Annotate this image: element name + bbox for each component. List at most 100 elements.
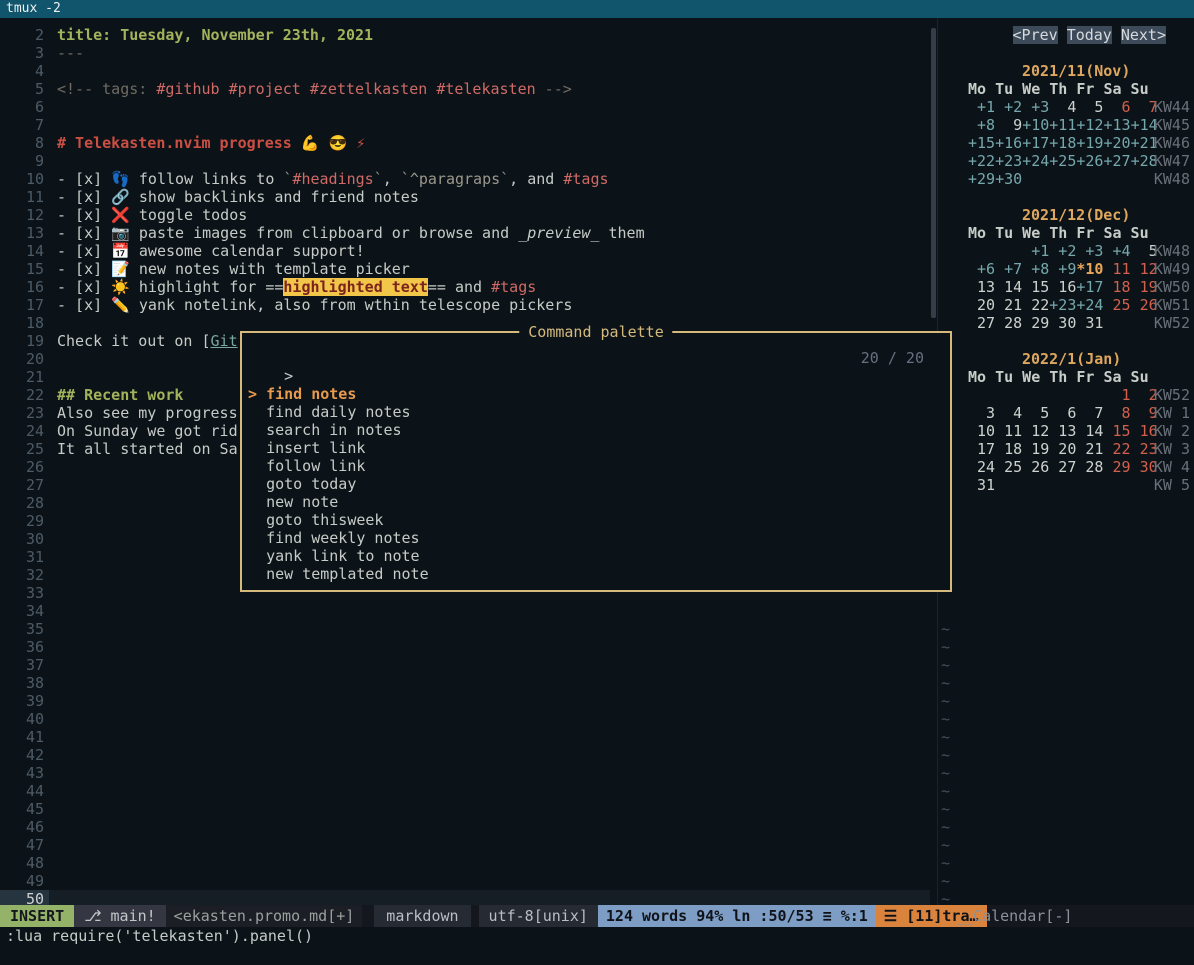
calendar-day[interactable]: +1 <box>1022 242 1049 260</box>
calendar-day[interactable]: 6 <box>1049 404 1076 422</box>
calendar-day[interactable]: 16 <box>1049 278 1076 296</box>
palette-item[interactable]: goto today <box>242 475 950 493</box>
calendar-day[interactable]: 27 <box>1049 458 1076 476</box>
palette-prompt-row[interactable]: > 20 / 20 <box>242 349 950 367</box>
calendar-day[interactable]: +17 <box>1022 134 1049 152</box>
calendar-day[interactable]: 11 <box>995 422 1022 440</box>
calendar-day[interactable]: 27 <box>968 314 995 332</box>
calendar-day[interactable]: 18 <box>1103 278 1130 296</box>
calendar-day[interactable]: +3 <box>1022 98 1049 116</box>
calendar-day[interactable]: 13 <box>968 278 995 296</box>
calendar-day[interactable]: 10 <box>968 422 995 440</box>
calendar-day[interactable]: +29 <box>968 170 995 188</box>
calendar-day[interactable]: 4 <box>1049 98 1076 116</box>
calendar-day[interactable]: +24 <box>1076 296 1103 314</box>
calendar-day[interactable]: +1 <box>968 98 995 116</box>
calendar-day[interactable]: 24 <box>968 458 995 476</box>
calendar-day[interactable]: 21 <box>995 296 1022 314</box>
calendar-day[interactable]: 14 <box>995 278 1022 296</box>
calendar-day[interactable]: +2 <box>995 98 1022 116</box>
calendar-day[interactable]: +27 <box>1103 152 1130 170</box>
calendar-day[interactable]: 26 <box>1022 458 1049 476</box>
calendar-day[interactable]: 22 <box>1103 440 1130 458</box>
git-branch[interactable]: ⎇ main! <box>74 905 165 927</box>
calendar-day[interactable]: 5 <box>1076 98 1103 116</box>
calendar-day[interactable]: 15 <box>1022 278 1049 296</box>
calendar-day[interactable]: 31 <box>1076 314 1103 332</box>
calendar-day[interactable]: 21 <box>1076 440 1103 458</box>
calendar-day[interactable]: 4 <box>995 404 1022 422</box>
calendar-day[interactable]: 15 <box>1103 422 1130 440</box>
calendar-day[interactable]: +8 <box>968 116 995 134</box>
calendar-day[interactable]: +16 <box>995 134 1022 152</box>
calendar-day[interactable]: 20 <box>1049 440 1076 458</box>
calendar-day[interactable]: +17 <box>1076 278 1103 296</box>
calendar-day[interactable]: 1 <box>1103 386 1130 404</box>
calendar-day[interactable]: +4 <box>1103 242 1130 260</box>
calendar-day[interactable]: 9 <box>995 116 1022 134</box>
calendar-window[interactable]: <PrevTodayNext> 2021/11(Nov)Mo Tu We Th … <box>937 18 1194 905</box>
calendar-day[interactable]: 25 <box>1103 296 1130 314</box>
calendar-day[interactable]: 11 <box>1103 260 1130 278</box>
calendar-day[interactable]: +24 <box>1022 152 1049 170</box>
calendar-prev-button[interactable]: <Prev <box>1013 26 1058 44</box>
calendar-day[interactable]: 28 <box>1076 458 1103 476</box>
calendar-day[interactable]: 13 <box>1049 422 1076 440</box>
calendar-day[interactable]: 28 <box>995 314 1022 332</box>
calendar-day[interactable]: 8 <box>1103 404 1130 422</box>
command-line[interactable]: :lua require('telekasten').panel() <box>0 927 1194 945</box>
calendar-day[interactable]: 31 <box>968 476 995 494</box>
calendar-day[interactable]: +20 <box>1103 134 1130 152</box>
calendar-day[interactable]: 22 <box>1022 296 1049 314</box>
calendar-day[interactable]: 5 <box>1022 404 1049 422</box>
calendar-day[interactable]: 30 <box>1049 314 1076 332</box>
palette-item[interactable]: yank link to note <box>242 547 950 565</box>
calendar-day[interactable]: 29 <box>1022 314 1049 332</box>
calendar-day[interactable]: +13 <box>1103 116 1130 134</box>
calendar-day[interactable]: +8 <box>1022 260 1049 278</box>
calendar-day[interactable]: 17 <box>968 440 995 458</box>
calendar-day[interactable]: +18 <box>1049 134 1076 152</box>
calendar-day[interactable]: 3 <box>968 404 995 422</box>
calendar-day[interactable]: +11 <box>1049 116 1076 134</box>
palette-item[interactable]: follow link <box>242 457 950 475</box>
calendar-day[interactable]: 19 <box>1022 440 1049 458</box>
palette-item[interactable]: insert link <box>242 439 950 457</box>
palette-item[interactable]: goto thisweek <box>242 511 950 529</box>
palette-item[interactable]: search in notes <box>242 421 950 439</box>
scrollbar-thumb[interactable] <box>931 28 936 318</box>
palette-item[interactable]: find daily notes <box>242 403 950 421</box>
calendar-day[interactable]: 20 <box>968 296 995 314</box>
calendar-day[interactable]: +12 <box>1076 116 1103 134</box>
calendar-day[interactable]: 14 <box>1076 422 1103 440</box>
calendar-day[interactable]: 29 <box>1103 458 1130 476</box>
palette-item[interactable]: new templated note <box>242 565 950 583</box>
calendar-day[interactable]: +2 <box>1049 242 1076 260</box>
calendar-day[interactable]: 25 <box>995 458 1022 476</box>
calendar-day[interactable]: +6 <box>968 260 995 278</box>
calendar-day[interactable]: +22 <box>968 152 995 170</box>
calendar-day[interactable]: +25 <box>1049 152 1076 170</box>
calendar-day[interactable]: 7 <box>1076 404 1103 422</box>
palette-item[interactable]: new note <box>242 493 950 511</box>
calendar-day[interactable]: +3 <box>1076 242 1103 260</box>
calendar-day[interactable]: +10 <box>1022 116 1049 134</box>
palette-item[interactable]: > find notes <box>242 385 950 403</box>
calendar-next-button[interactable]: Next> <box>1121 26 1166 44</box>
calendar-day[interactable]: +23 <box>1049 296 1076 314</box>
calendar-day[interactable]: +30 <box>995 170 1022 188</box>
calendar-day[interactable]: 12 <box>1022 422 1049 440</box>
calendar-day[interactable]: +9 <box>1049 260 1076 278</box>
calendar-day[interactable]: +15 <box>968 134 995 152</box>
calendar-day[interactable]: 18 <box>995 440 1022 458</box>
calendar-day[interactable]: +26 <box>1076 152 1103 170</box>
calendar-day[interactable]: +19 <box>1076 134 1103 152</box>
calendar-day[interactable]: +23 <box>995 152 1022 170</box>
calendar-day[interactable]: *10 <box>1076 260 1103 278</box>
palette-item[interactable]: find weekly notes <box>242 529 950 547</box>
calendar-today-button[interactable]: Today <box>1067 26 1112 44</box>
command-palette-popup[interactable]: Command palette > 20 / 20 > find notes f… <box>240 331 952 592</box>
calendar-day[interactable]: 6 <box>1103 98 1130 116</box>
statusline: INSERT ⎇ main! <ekasten.promo.md[+] mark… <box>0 905 1194 927</box>
calendar-day[interactable]: +7 <box>995 260 1022 278</box>
